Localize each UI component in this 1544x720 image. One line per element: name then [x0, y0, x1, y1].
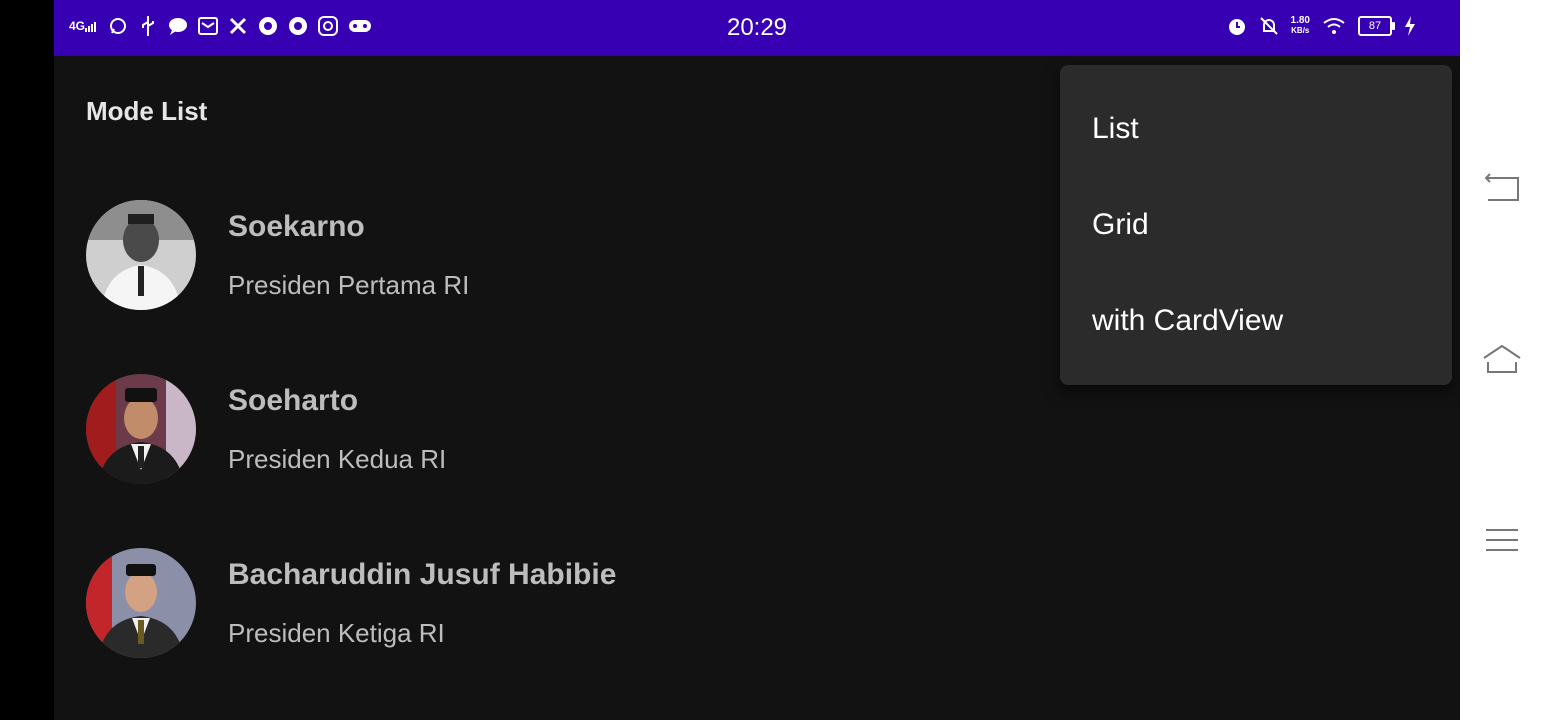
wifi-icon	[1322, 16, 1346, 36]
list-item[interactable]: Bacharuddin Jusuf Habibie Presiden Ketig…	[54, 518, 1460, 692]
recents-icon[interactable]	[1482, 520, 1522, 560]
home-icon[interactable]	[1482, 340, 1522, 380]
back-icon[interactable]	[1482, 170, 1522, 210]
alarm-icon	[1227, 16, 1247, 36]
list-item-desc: Presiden Kedua RI	[228, 444, 447, 474]
speed-value: 1.80	[1290, 15, 1310, 26]
speed-unit: KB/s	[1291, 26, 1310, 35]
list-item-name: Soekarno	[228, 210, 365, 243]
status-bar: 4G 20:29 1.80 KB/s 87	[54, 0, 1460, 56]
list-item-desc: Presiden Ketiga RI	[228, 618, 445, 648]
battery-level: 87	[1368, 20, 1382, 32]
menu-item-cardview[interactable]: with CardView	[1092, 304, 1283, 338]
notifications-off-icon	[1259, 16, 1279, 36]
overflow-menu: List Grid with CardView	[1060, 65, 1452, 385]
app-screen: 4G 20:29 1.80 KB/s 87 Mode List Soekarno…	[54, 0, 1460, 720]
list-item-name: Bacharuddin Jusuf Habibie	[228, 558, 617, 591]
page-title: Mode List	[86, 96, 208, 126]
avatar	[86, 374, 196, 484]
list-item-name: Soeharto	[228, 384, 359, 417]
avatar	[86, 548, 196, 658]
menu-item-list[interactable]: List	[1092, 112, 1139, 146]
status-icons-right: 1.80 KB/s 87	[1227, 16, 1416, 36]
battery-icon: 87	[1358, 16, 1395, 36]
menu-item-grid[interactable]: Grid	[1092, 208, 1149, 242]
avatar	[86, 200, 196, 310]
network-speed: 1.80 KB/s	[1291, 16, 1310, 36]
navigation-bar	[1460, 0, 1544, 720]
charging-icon	[1404, 16, 1416, 36]
list-item-desc: Presiden Pertama RI	[228, 270, 470, 300]
